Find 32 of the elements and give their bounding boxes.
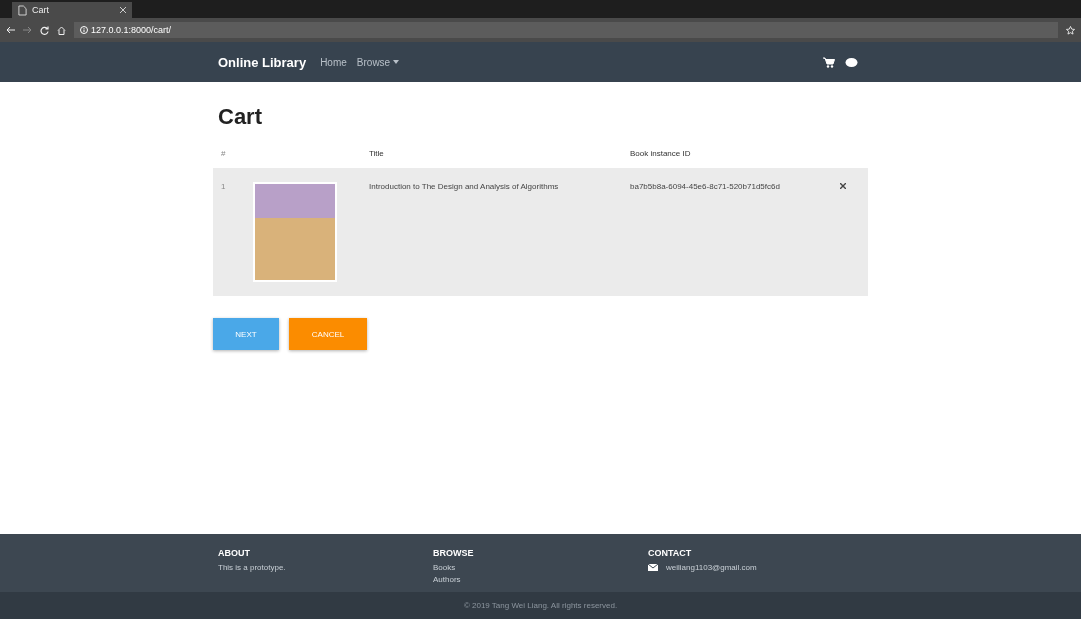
footer-heading: CONTACT bbox=[648, 548, 693, 558]
remove-icon[interactable] bbox=[840, 183, 846, 189]
address-field[interactable]: 127.0.0.1:8000/cart/ bbox=[74, 22, 1058, 38]
page-heading: Cart bbox=[218, 104, 263, 130]
footer-link[interactable]: Authors bbox=[433, 575, 648, 584]
caret-icon bbox=[393, 60, 400, 64]
back-icon[interactable] bbox=[6, 26, 15, 34]
footer-text: This is a prototype. bbox=[218, 563, 287, 572]
cart-icon[interactable] bbox=[823, 56, 835, 68]
book-title: Introduction to The Design and Analysis of Algorithms bbox=[369, 182, 559, 191]
copyright-text: © 2019 Tang Wei Liang. All rights reserved. bbox=[463, 601, 618, 610]
footer-heading: ABOUT bbox=[218, 548, 251, 558]
column-header: Book instance ID bbox=[630, 149, 691, 158]
browse-dropdown[interactable]: Browse bbox=[356, 56, 400, 68]
footer-link[interactable]: Books bbox=[433, 563, 648, 572]
close-icon[interactable] bbox=[120, 7, 126, 13]
instance-id: ba7b5b8a-6094-45e6-8c71-520b71d5fc6d bbox=[630, 182, 780, 191]
star-icon[interactable] bbox=[1066, 25, 1075, 35]
column-header: Title bbox=[369, 149, 384, 158]
envelope-icon bbox=[648, 564, 658, 571]
column-header: # bbox=[221, 149, 226, 158]
row-number: 1 bbox=[221, 182, 226, 191]
info-icon bbox=[80, 26, 88, 34]
browser-tab[interactable]: Cart bbox=[12, 2, 132, 18]
footer-heading: BROWSE bbox=[433, 548, 475, 558]
reload-icon[interactable] bbox=[40, 25, 49, 35]
forward-icon[interactable] bbox=[23, 26, 32, 34]
document-icon bbox=[18, 4, 27, 16]
brand-link[interactable]: Online Library bbox=[218, 54, 307, 70]
email-text: weiliang1103@gmail.com bbox=[666, 563, 757, 572]
nav-link[interactable]: Home bbox=[320, 56, 347, 68]
home-icon[interactable] bbox=[57, 25, 66, 35]
